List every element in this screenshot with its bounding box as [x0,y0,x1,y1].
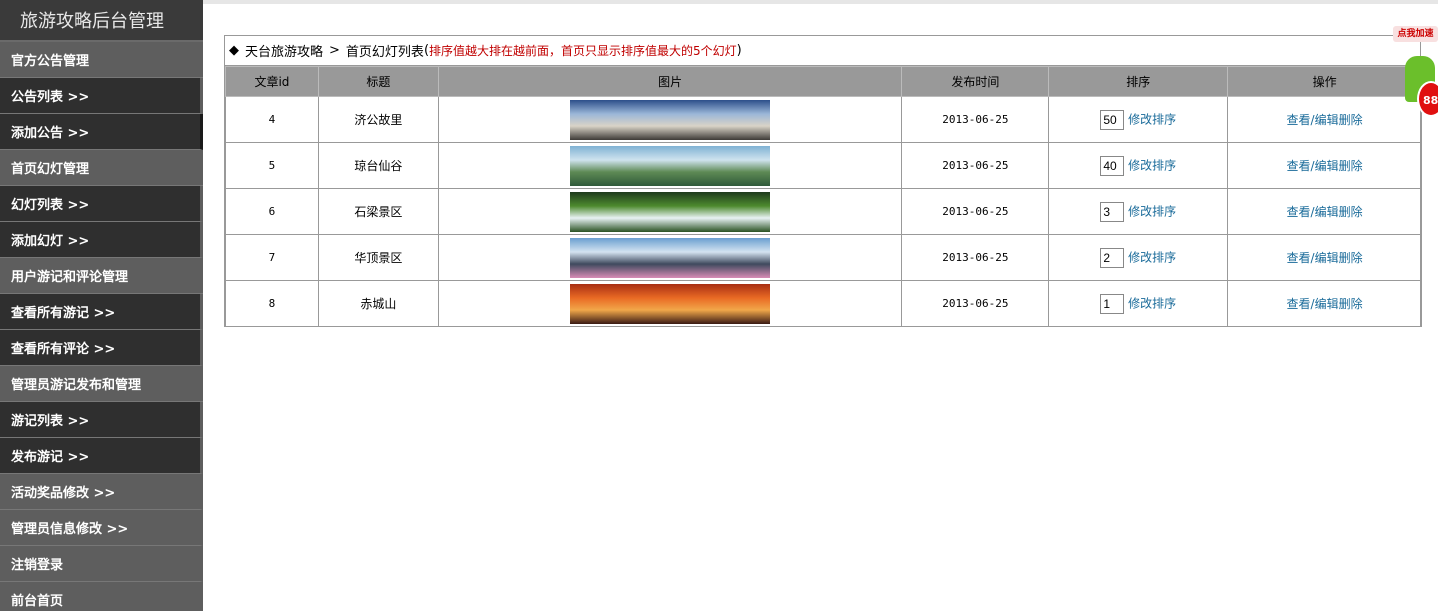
edit-order-link[interactable]: 修改排序 [1128,112,1176,126]
header-article-id: 文章id [225,66,319,97]
edit-order-link[interactable]: 修改排序 [1128,204,1176,218]
view-edit-delete-link[interactable]: 查看/编辑删除 [1287,159,1363,173]
sidebar-item-travelogue-list[interactable]: 游记列表 >> [0,402,203,438]
cell-article-id: 5 [225,142,319,189]
sidebar-item-add-announcement[interactable]: 添加公告 >> [0,114,203,150]
edit-order-link[interactable]: 修改排序 [1128,250,1176,264]
sidebar-item-all-comments[interactable]: 查看所有评论 >> [0,330,203,366]
header-order: 排序 [1048,66,1229,97]
cell-actions: 查看/编辑删除 [1227,188,1422,235]
slide-thumbnail-image [570,145,771,186]
sort-hint-note: 排序值越大排在越前面，首页只显示排序值最大的5个幻灯 [429,44,737,58]
cell-article-id: 6 [225,188,319,235]
breadcrumb-current: 首页幻灯列表 [345,45,424,60]
cell-publish-date: 2013-06-25 [901,96,1050,143]
sidebar-item-add-slide[interactable]: 添加幻灯 >> [0,222,203,258]
floating-speedup-widget[interactable]: 点我加速 88 [1393,26,1438,126]
sidebar-item-all-travelogues[interactable]: 查看所有游记 >> [0,294,203,330]
slide-thumbnail-image [570,283,771,324]
cell-publish-date: 2013-06-25 [901,142,1050,189]
edit-order-link[interactable]: 修改排序 [1128,158,1176,172]
table-row: 6 石梁景区 2013-06-25 修改排序 查看/编辑删除 [225,188,1422,235]
table-row: 7 华顶景区 2013-06-25 修改排序 查看/编辑删除 [225,234,1422,281]
sidebar-group-admin-travelogues: 管理员游记发布和管理 [0,366,203,402]
cell-article-id: 4 [225,96,319,143]
top-divider [203,0,1438,4]
cell-publish-date: 2013-06-25 [901,234,1050,281]
cell-title: 赤城山 [317,280,439,327]
table-row: 4 济公故里 2013-06-25 修改排序 查看/编辑删除 [225,96,1422,143]
table-row: 5 琼台仙谷 2013-06-25 修改排序 查看/编辑删除 [225,142,1422,189]
view-edit-delete-link[interactable]: 查看/编辑删除 [1287,297,1363,311]
cell-title: 济公故里 [317,96,439,143]
cell-article-id: 8 [225,280,319,327]
cell-actions: 查看/编辑删除 [1227,142,1422,189]
sidebar-item-logout[interactable]: 注销登录 [0,546,203,582]
cell-article-id: 7 [225,234,319,281]
cell-order: 修改排序 [1048,188,1229,235]
cell-title: 华顶景区 [317,234,439,281]
sidebar-title: 旅游攻略后台管理 [0,0,203,42]
slide-thumbnail-image [570,99,771,140]
cell-image [437,96,903,143]
cell-image [437,280,903,327]
table-header-row: 文章id 标题 图片 发布时间 排序 操作 [225,66,1422,97]
slide-list-panel: ◆ 天台旅游攻略 > 首页幻灯列表 ( 排序值越大排在越前面，首页只显示排序值最… [224,35,1422,327]
cell-image [437,234,903,281]
cell-actions: 查看/编辑删除 [1227,234,1422,281]
speedup-tag[interactable]: 点我加速 [1393,26,1438,42]
cell-publish-date: 2013-06-25 [901,280,1050,327]
diamond-icon: ◆ [229,43,239,58]
sidebar: 旅游攻略后台管理 官方公告管理 公告列表 >> 添加公告 >> 首页幻灯管理 幻… [0,0,203,611]
order-input[interactable] [1100,247,1125,268]
sidebar-item-announcement-list[interactable]: 公告列表 >> [0,78,203,114]
cell-image [437,142,903,189]
view-edit-delete-link[interactable]: 查看/编辑删除 [1287,205,1363,219]
sidebar-item-admin-info-edit[interactable]: 管理员信息修改 >> [0,510,203,546]
cell-actions: 查看/编辑删除 [1227,280,1422,327]
cell-order: 修改排序 [1048,280,1229,327]
cell-title: 石梁景区 [317,188,439,235]
cell-title: 琼台仙谷 [317,142,439,189]
view-edit-delete-link[interactable]: 查看/编辑删除 [1287,251,1363,265]
slide-thumbnail-image [570,191,771,232]
sidebar-item-slide-list[interactable]: 幻灯列表 >> [0,186,203,222]
breadcrumb-separator: > [329,43,340,58]
order-input[interactable] [1100,293,1125,314]
cell-order: 修改排序 [1048,142,1229,189]
sidebar-group-user-travelogues: 用户游记和评论管理 [0,258,203,294]
header-publish-time: 发布时间 [901,66,1050,97]
sidebar-item-prize-edit[interactable]: 活动奖品修改 >> [0,474,203,510]
cell-image [437,188,903,235]
cell-publish-date: 2013-06-25 [901,188,1050,235]
order-input[interactable] [1100,109,1125,130]
order-input[interactable] [1100,201,1125,222]
sidebar-group-slides: 首页幻灯管理 [0,150,203,186]
order-input[interactable] [1100,155,1125,176]
sidebar-item-publish-travelogue[interactable]: 发布游记 >> [0,438,203,474]
header-title: 标题 [317,66,439,97]
header-image: 图片 [437,66,903,97]
cell-order: 修改排序 [1048,234,1229,281]
edit-order-link[interactable]: 修改排序 [1128,296,1176,310]
sidebar-group-announcements: 官方公告管理 [0,42,203,78]
table-row: 8 赤城山 2013-06-25 修改排序 查看/编辑删除 [225,280,1422,327]
view-edit-delete-link[interactable]: 查看/编辑删除 [1287,113,1363,127]
slide-thumbnail-image [570,237,771,278]
slides-table: 文章id 标题 图片 发布时间 排序 操作 4 济公故里 2013-06-25 … [225,66,1422,327]
speedup-count-badge[interactable]: 88 [1417,81,1438,117]
cell-order: 修改排序 [1048,96,1229,143]
breadcrumb-root: 天台旅游攻略 [245,45,324,60]
sidebar-item-frontend-home[interactable]: 前台首页 [0,582,203,611]
breadcrumb-note-close: ) [736,43,742,58]
breadcrumb: ◆ 天台旅游攻略 > 首页幻灯列表 ( 排序值越大排在越前面，首页只显示排序值最… [225,36,1420,66]
